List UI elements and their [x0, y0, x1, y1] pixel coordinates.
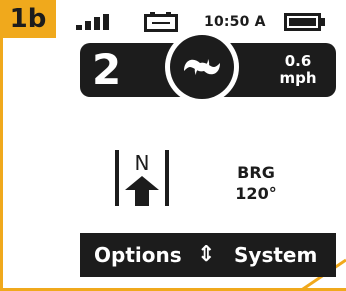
battery-full-icon [284, 13, 325, 31]
info-bar: 2 0.6 mph [80, 30, 336, 104]
bearing-value: 120° [235, 184, 277, 203]
speed-readout: 0.6 mph [266, 53, 330, 87]
compass-letter: N [135, 151, 150, 175]
clock-time: 10:50 A [204, 14, 266, 30]
north-arrow-icon: N [115, 150, 169, 206]
mode-indicator [165, 30, 239, 104]
satellite-count: 2 [92, 45, 122, 94]
speed-unit: mph [279, 69, 317, 87]
signal-bars-icon [76, 14, 109, 30]
options-softkey[interactable]: Options [94, 233, 182, 277]
bearing-readout: BRG 120° [226, 163, 286, 205]
system-softkey[interactable]: System [234, 233, 317, 277]
battery-icon [144, 12, 178, 32]
speed-value: 0.6 [284, 52, 312, 70]
up-down-arrows-icon: ⇕ [197, 242, 216, 267]
softkey-bar: Options ⇕ System [80, 233, 336, 277]
spot-lock-icon [184, 59, 220, 75]
step-badge: 1b [0, 0, 56, 38]
bearing-label: BRG [237, 163, 275, 182]
